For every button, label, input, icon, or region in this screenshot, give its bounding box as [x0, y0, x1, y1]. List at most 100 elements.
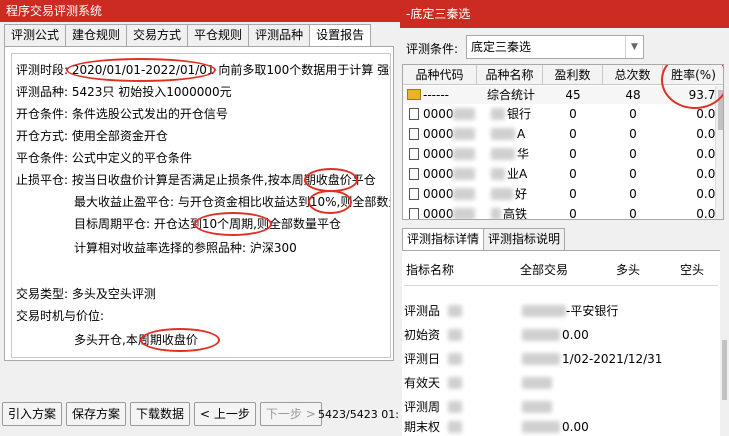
close-mode-label: 开仓方式:: [16, 129, 69, 143]
file-icon: [409, 108, 419, 120]
redacted-text: [448, 353, 462, 365]
results-title: -底定三秦选: [400, 0, 729, 28]
indicator-detail-panel: 指标名称 全部交易 多头 空头 评测品 -平安银行 初始资 0.00 评测日 1…: [402, 250, 720, 436]
open-value: 条件选股公式发出的开仓信号: [71, 107, 228, 121]
detail-scrollbar[interactable]: [720, 250, 729, 436]
detail-header-name: 指标名称: [406, 263, 455, 277]
detail-row-value: 0.00: [562, 420, 589, 434]
redacted-name: [491, 188, 513, 200]
tab-indicator-details[interactable]: 评测指标详情: [402, 228, 485, 250]
row-code: 0000: [423, 207, 454, 220]
close-mode-value: 使用全部资金开仓: [71, 129, 168, 143]
file-icon: [409, 208, 419, 219]
redacted-text: [522, 377, 552, 389]
condition-label: 评测条件:: [406, 42, 459, 56]
row-profit: 0: [569, 147, 577, 161]
reference-line: 计算相对收益率选择的参照品种: 沪深300: [74, 241, 297, 255]
redacted-code: [453, 108, 475, 120]
trade-type-value: 多头及空头评测: [71, 287, 156, 301]
evaluation-window: 程序交易评测系统 评测公式 建仓规则 交易方式 平仓规则 评测品种 设置报告 评…: [0, 0, 400, 436]
table-scrollbar[interactable]: [715, 86, 723, 219]
annotation-circle-period: [66, 58, 216, 82]
download-data-button[interactable]: 下载数据: [130, 402, 191, 426]
row-total: 48: [625, 88, 641, 102]
wizard-buttons: 引入方案 保存方案 下载数据 < 上一步 下一步 >: [2, 402, 322, 426]
detail-header-long: 多头: [616, 263, 641, 277]
annotation-circle-timing: [140, 328, 220, 352]
import-plan-button[interactable]: 引入方案: [2, 402, 63, 426]
file-icon: [409, 168, 419, 180]
tab-report[interactable]: 设置报告: [309, 24, 372, 47]
next-step-button[interactable]: 下一步 >: [259, 402, 322, 426]
row-total: 0: [629, 147, 637, 161]
file-icon: [409, 188, 419, 200]
redacted-name: [491, 168, 505, 180]
row-name: 好: [515, 187, 528, 201]
row-code: 0000: [423, 187, 454, 201]
row-winrate: 0.00: [696, 127, 723, 141]
trade-type-label: 交易类型:: [16, 287, 69, 301]
detail-row-name: 评测周: [404, 400, 441, 414]
dropdown-arrow-icon[interactable]: ▼: [625, 36, 643, 58]
variety-value: 5423只 初始投入1000000元: [71, 85, 232, 99]
save-plan-button[interactable]: 保存方案: [66, 402, 127, 426]
results-table: 品种代码 品种名称 盈利数 总次数 胜率(%) ------ 综合统计 45 4…: [402, 64, 724, 220]
row-name: A: [517, 127, 526, 141]
redacted-text: [522, 353, 560, 365]
redacted-text: [448, 421, 462, 433]
scroll-thumb[interactable]: [722, 340, 727, 400]
file-icon: [409, 148, 419, 160]
condition-value: 底定三秦选: [471, 40, 532, 54]
detail-divider: [404, 285, 718, 286]
redacted-code: [453, 148, 475, 160]
detail-row-name: 期末权: [404, 420, 441, 434]
redacted-name: [491, 148, 515, 160]
annotation-circle-ten-percent: [308, 190, 352, 214]
tab-indicator-notes[interactable]: 评测指标说明: [483, 228, 566, 250]
annotation-circle-close-price: [304, 168, 358, 192]
row-total: 0: [629, 127, 637, 141]
row-total: 0: [629, 107, 637, 121]
tab-formula[interactable]: 评测公式: [4, 24, 67, 46]
row-profit: 0: [569, 127, 577, 141]
stop-label: 止损平仓:: [16, 173, 69, 187]
timing-label: 交易时机与价位:: [16, 309, 105, 323]
row-code: 0000: [423, 127, 454, 141]
tab-varieties[interactable]: 评测品种: [248, 24, 311, 46]
redacted-text: [448, 377, 462, 389]
row-code: 0000: [423, 167, 454, 181]
row-profit: 0: [569, 187, 577, 201]
previous-step-button[interactable]: < 上一步: [194, 402, 256, 426]
row-name: 银行: [507, 107, 532, 121]
redacted-code: [453, 188, 475, 200]
column-header-code[interactable]: 品种代码: [403, 65, 477, 85]
row-profit: 0: [569, 107, 577, 121]
variety-label: 评测品种:: [16, 85, 69, 99]
redacted-text: [522, 421, 560, 433]
report-panel: 评测时段: 2020/01/01-2022/01/01 向前多取100个数据用于…: [4, 46, 394, 361]
column-header-total[interactable]: 总次数: [603, 65, 663, 85]
close-cond-value: 公式中定义的平仓条件: [71, 151, 192, 165]
redacted-text: [448, 329, 462, 341]
open-label: 开仓条件:: [16, 107, 69, 121]
row-total: 0: [629, 167, 637, 181]
redacted-text: [448, 305, 462, 317]
redacted-text: [448, 401, 462, 413]
tab-open-rules[interactable]: 建仓规则: [65, 24, 128, 46]
detail-row-name: 评测日: [404, 352, 441, 366]
row-profit: 0: [569, 167, 577, 181]
column-header-name[interactable]: 品种名称: [477, 65, 543, 85]
row-code: 0000: [423, 107, 454, 121]
detail-header-all: 全部交易: [520, 263, 569, 277]
detail-row-name: 评测品: [404, 304, 441, 318]
row-profit: 0: [569, 207, 577, 220]
tab-trade-mode[interactable]: 交易方式: [126, 24, 189, 46]
detail-row-name: 有效天: [404, 376, 441, 390]
detail-row-name: 初始资: [404, 328, 441, 342]
row-winrate: 0.00: [696, 187, 723, 201]
redacted-name: [491, 128, 515, 140]
column-header-profit[interactable]: 盈利数: [543, 65, 603, 85]
row-name: 高铁: [503, 207, 528, 220]
condition-select[interactable]: 底定三秦选 ▼: [466, 35, 644, 59]
tab-close-rules[interactable]: 平仓规则: [187, 24, 250, 46]
